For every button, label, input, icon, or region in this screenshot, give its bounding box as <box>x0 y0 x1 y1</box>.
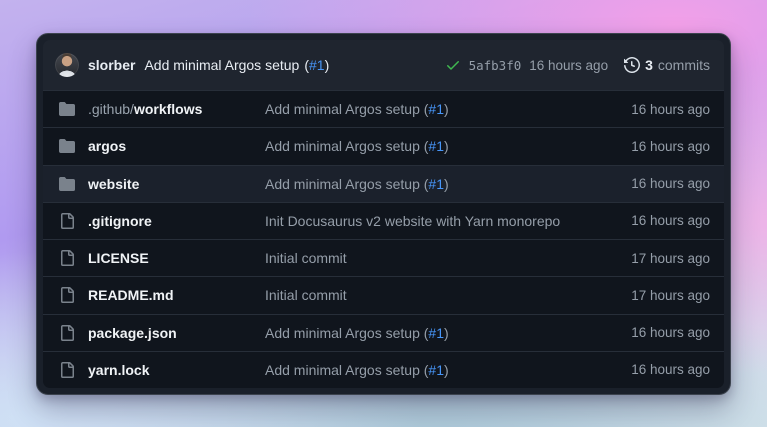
row-commit-message-link[interactable]: Add minimal Argos setup <box>265 101 420 117</box>
file-rows: .github/workflows Add minimal Argos setu… <box>43 90 724 388</box>
file-name-cell: LICENSE <box>43 250 265 266</box>
pr-ref: (#1) <box>304 57 329 73</box>
file-name-link[interactable]: LICENSE <box>88 250 149 266</box>
row-commit-message-cell: Initial commit <box>265 250 574 266</box>
file-name-cell: .github/workflows <box>43 101 265 117</box>
row-pr-ref: (#1) <box>420 138 449 154</box>
row-commit-message-link[interactable]: Add minimal Argos setup <box>265 362 420 378</box>
row-pr-link[interactable]: #1 <box>428 325 444 341</box>
row-commit-message-link[interactable]: Initial commit <box>265 287 347 303</box>
file-name-cell: README.md <box>43 287 265 303</box>
row-pr-link[interactable]: #1 <box>428 138 444 154</box>
commit-author-link[interactable]: slorber <box>88 57 135 73</box>
latest-commit-summary: slorber Add minimal Argos setup (#1) <box>55 53 329 77</box>
table-row[interactable]: package.json Add minimal Argos setup (#1… <box>43 314 724 351</box>
file-icon <box>59 325 75 341</box>
file-name-link[interactable]: package.json <box>88 325 177 341</box>
folder-icon <box>59 138 75 154</box>
file-name-cell: argos <box>43 138 265 154</box>
row-commit-time: 16 hours ago <box>574 102 724 117</box>
table-row[interactable]: LICENSE Initial commit 17 hours ago <box>43 239 724 276</box>
row-commit-time: 16 hours ago <box>574 176 724 191</box>
latest-commit-meta: 5afb3f0 16 hours ago 3 commits <box>445 57 710 73</box>
commit-time: 16 hours ago <box>529 58 608 73</box>
row-commit-message-cell: Add minimal Argos setup (#1) <box>265 325 574 341</box>
file-path-prefix: .github/ <box>88 101 134 117</box>
file-name-cell: website <box>43 176 265 192</box>
file-table: slorber Add minimal Argos setup (#1) 5af… <box>43 40 724 388</box>
row-pr-ref: (#1) <box>420 362 449 378</box>
row-commit-message-link[interactable]: Add minimal Argos setup <box>265 176 420 192</box>
row-commit-message-cell: Add minimal Argos setup (#1) <box>265 101 574 117</box>
table-row[interactable]: yarn.lock Add minimal Argos setup (#1) 1… <box>43 351 724 388</box>
row-commit-message-cell: Initial commit <box>265 287 574 303</box>
latest-commit-header: slorber Add minimal Argos setup (#1) 5af… <box>43 40 724 90</box>
row-pr-ref: (#1) <box>420 325 449 341</box>
row-pr-ref: (#1) <box>420 101 449 117</box>
file-name-cell: .gitignore <box>43 213 265 229</box>
table-row[interactable]: argos Add minimal Argos setup (#1) 16 ho… <box>43 127 724 164</box>
table-row[interactable]: .github/workflows Add minimal Argos setu… <box>43 90 724 127</box>
table-row[interactable]: .gitignore Init Docusaurus v2 website wi… <box>43 202 724 239</box>
row-commit-time: 16 hours ago <box>574 213 724 228</box>
history-clock-icon <box>624 57 640 73</box>
row-commit-time: 17 hours ago <box>574 251 724 266</box>
row-commit-message-cell: Add minimal Argos setup (#1) <box>265 176 574 192</box>
row-pr-link[interactable]: #1 <box>428 101 444 117</box>
commits-history-link[interactable]: 3 commits <box>624 57 710 73</box>
page-background: slorber Add minimal Argos setup (#1) 5af… <box>0 0 767 427</box>
folder-icon <box>59 101 75 117</box>
row-commit-message-link[interactable]: Initial commit <box>265 250 347 266</box>
row-commit-message-link[interactable]: Init Docusaurus v2 website with Yarn mon… <box>265 213 560 229</box>
file-icon <box>59 213 75 229</box>
pr-link[interactable]: #1 <box>309 57 325 73</box>
check-icon[interactable] <box>445 57 461 73</box>
file-icon <box>59 287 75 303</box>
commits-count: 3 <box>645 57 653 73</box>
row-commit-time: 17 hours ago <box>574 288 724 303</box>
file-name-link[interactable]: workflows <box>134 101 202 117</box>
file-icon <box>59 362 75 378</box>
folder-icon <box>59 176 75 192</box>
row-commit-time: 16 hours ago <box>574 139 724 154</box>
row-pr-link[interactable]: #1 <box>428 176 444 192</box>
commit-message-link[interactable]: Add minimal Argos setup <box>144 57 299 73</box>
file-name-cell: yarn.lock <box>43 362 265 378</box>
table-row[interactable]: website Add minimal Argos setup (#1) 16 … <box>43 165 724 202</box>
avatar[interactable] <box>55 53 79 77</box>
file-name-link[interactable]: argos <box>88 138 126 154</box>
commits-label: commits <box>658 57 710 73</box>
file-name-cell: package.json <box>43 325 265 341</box>
row-commit-message-link[interactable]: Add minimal Argos setup <box>265 138 420 154</box>
row-commit-message-cell: Add minimal Argos setup (#1) <box>265 362 574 378</box>
file-name-link[interactable]: yarn.lock <box>88 362 149 378</box>
row-commit-time: 16 hours ago <box>574 362 724 377</box>
row-commit-message-cell: Add minimal Argos setup (#1) <box>265 138 574 154</box>
row-pr-link[interactable]: #1 <box>428 362 444 378</box>
row-pr-ref: (#1) <box>420 176 449 192</box>
file-name-link[interactable]: website <box>88 176 139 192</box>
table-row[interactable]: README.md Initial commit 17 hours ago <box>43 276 724 313</box>
row-commit-time: 16 hours ago <box>574 325 724 340</box>
file-name-link[interactable]: .gitignore <box>88 213 152 229</box>
commit-hash-link[interactable]: 5afb3f0 <box>469 58 522 73</box>
repo-file-browser-card: slorber Add minimal Argos setup (#1) 5af… <box>36 33 731 395</box>
file-name-link[interactable]: README.md <box>88 287 174 303</box>
row-commit-message-link[interactable]: Add minimal Argos setup <box>265 325 420 341</box>
file-icon <box>59 250 75 266</box>
row-commit-message-cell: Init Docusaurus v2 website with Yarn mon… <box>265 213 574 229</box>
